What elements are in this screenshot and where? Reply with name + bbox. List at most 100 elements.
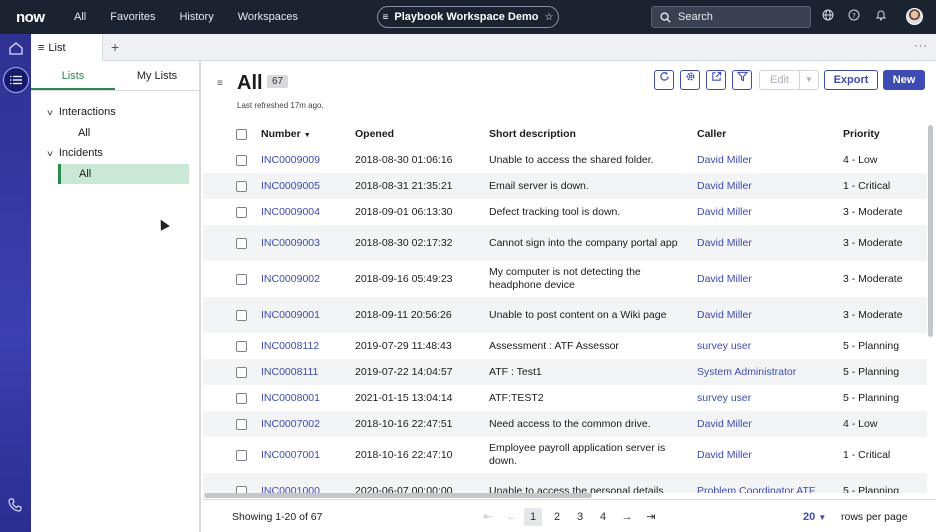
row-checkbox[interactable]	[203, 273, 261, 285]
vertical-scrollbar[interactable]	[928, 125, 933, 337]
edit-button[interactable]: Edit ▼	[759, 70, 819, 90]
tab-my-lists[interactable]: My Lists	[115, 61, 199, 90]
caller-link[interactable]: survey user	[697, 340, 843, 352]
more-icon[interactable]: ···	[914, 40, 928, 52]
row-checkbox[interactable]	[203, 449, 261, 461]
star-icon[interactable]: ☆	[544, 12, 553, 23]
incident-number-link[interactable]: INC0009004	[261, 206, 355, 218]
globe-icon[interactable]	[820, 9, 836, 25]
col-opened[interactable]: Opened	[355, 128, 489, 140]
home-icon[interactable]	[8, 42, 24, 56]
new-button[interactable]: New	[883, 70, 925, 90]
incident-number-link[interactable]: INC0009003	[261, 237, 355, 249]
row-checkbox[interactable]	[203, 309, 261, 321]
last-page-icon[interactable]: ⇥	[642, 508, 660, 526]
user-avatar[interactable]	[906, 8, 923, 25]
incident-number-link[interactable]: INC0008001	[261, 392, 355, 404]
caller-link[interactable]: David Miller	[697, 237, 843, 249]
caller-link[interactable]: System Administrator	[697, 366, 843, 378]
row-checkbox[interactable]	[203, 180, 261, 192]
table-row[interactable]: INC0008001 2021-01-15 13:04:14 ATF:TEST2 su…	[203, 385, 927, 411]
caret-down-icon: ▼	[818, 513, 827, 522]
incident-number-link[interactable]: INC0001000	[261, 485, 355, 493]
row-checkbox[interactable]	[203, 237, 261, 249]
caret-down-icon[interactable]: ▼	[800, 71, 818, 89]
bell-icon[interactable]	[873, 9, 889, 25]
filter-button[interactable]	[732, 70, 752, 90]
priority-cell: 4 - Low	[843, 418, 878, 430]
group-incidents[interactable]: ∨ Incidents	[46, 147, 103, 159]
next-page-icon[interactable]: →	[618, 508, 636, 526]
caller-link[interactable]: survey user	[697, 392, 843, 404]
add-tab-icon[interactable]: +	[111, 39, 119, 55]
tab-lists[interactable]: Lists	[31, 61, 115, 90]
table-row[interactable]: INC0009003 2018-08-30 02:17:32 Cannot sign…	[203, 225, 927, 261]
col-priority[interactable]: Priority	[843, 128, 927, 140]
open-new-window-button[interactable]	[706, 70, 726, 90]
row-checkbox[interactable]	[203, 366, 261, 378]
nav-history[interactable]: History	[179, 11, 213, 23]
caller-link[interactable]: David Miller	[697, 206, 843, 218]
row-checkbox[interactable]	[203, 206, 261, 218]
page-4[interactable]: 4	[594, 508, 612, 526]
caller-link[interactable]: David Miller	[697, 180, 843, 192]
row-checkbox[interactable]	[203, 485, 261, 493]
row-checkbox[interactable]	[203, 418, 261, 430]
help-icon[interactable]: ?	[846, 9, 862, 25]
table-row[interactable]: INC0007002 2018-10-16 22:47:51 Need access…	[203, 411, 927, 437]
incident-number-link[interactable]: INC0009002	[261, 273, 355, 285]
row-checkbox[interactable]	[203, 392, 261, 404]
table-row[interactable]: INC0001000 2020-06-07 00:00:00 Unable to a…	[203, 473, 927, 493]
incident-number-link[interactable]: INC0009001	[261, 309, 355, 321]
first-page-icon[interactable]: ⇤	[479, 508, 497, 526]
settings-button[interactable]	[680, 70, 700, 90]
now-logo[interactable]: now	[16, 9, 56, 26]
incident-number-link[interactable]: INC0009009	[261, 154, 355, 166]
page-2[interactable]: 2	[548, 508, 566, 526]
incident-number-link[interactable]: INC0008112	[261, 340, 355, 352]
select-all-checkbox[interactable]	[203, 128, 261, 140]
search-input[interactable]: Search	[651, 6, 811, 28]
row-checkbox[interactable]	[203, 154, 261, 166]
workspace-pill[interactable]: ≡ Playbook Workspace Demo ☆	[377, 6, 559, 28]
table-row[interactable]: INC0007001 2018-10-16 22:47:10 Employee pa…	[203, 437, 927, 473]
refresh-button[interactable]	[654, 70, 674, 90]
table-row[interactable]: INC0009001 2018-09-11 20:56:26 Unable to p…	[203, 297, 927, 333]
caller-link[interactable]: David Miller	[697, 309, 843, 321]
phone-icon[interactable]	[8, 498, 22, 515]
prev-page-icon[interactable]: ←	[503, 508, 521, 526]
caller-link[interactable]: David Miller	[697, 449, 843, 461]
caller-link[interactable]: David Miller	[697, 273, 843, 285]
table-row[interactable]: INC0009004 2018-09-01 06:13:30 Defect trac…	[203, 199, 927, 225]
group-interactions[interactable]: ∨ Interactions	[46, 106, 116, 118]
table-row[interactable]: INC0009009 2018-08-30 01:06:16 Unable to a…	[203, 147, 927, 173]
tab-list[interactable]: ≡ List	[31, 34, 103, 61]
horizontal-scrollbar[interactable]	[204, 493, 592, 498]
table-row[interactable]: INC0008111 2019-07-22 14:04:57 ATF : Test1…	[203, 359, 927, 385]
nav-favorites[interactable]: Favorites	[110, 11, 155, 23]
export-button[interactable]: Export	[824, 70, 878, 90]
incident-number-link[interactable]: INC0007002	[261, 418, 355, 430]
caller-link[interactable]: David Miller	[697, 154, 843, 166]
page-3[interactable]: 3	[571, 508, 589, 526]
list-item-incidents-all[interactable]: All	[58, 164, 189, 184]
col-caller[interactable]: Caller	[697, 128, 843, 140]
row-checkbox[interactable]	[203, 340, 261, 352]
rows-per-page-select[interactable]: 20 ▼	[803, 511, 826, 523]
incident-number-link[interactable]: INC0007001	[261, 449, 355, 461]
incident-number-link[interactable]: INC0008111	[261, 366, 355, 378]
page-1[interactable]: 1	[524, 508, 542, 526]
caller-link[interactable]: David Miller	[697, 418, 843, 430]
list-item-interactions-all[interactable]: All	[58, 123, 189, 143]
incident-number-link[interactable]: INC0009005	[261, 180, 355, 192]
col-number[interactable]: Number ▼	[261, 128, 355, 140]
col-short-description[interactable]: Short description	[489, 128, 697, 141]
list-icon[interactable]	[3, 67, 29, 93]
collapse-panel-icon[interactable]: ≡	[217, 78, 223, 89]
table-row[interactable]: INC0009002 2018-09-16 05:49:23 My computer…	[203, 261, 927, 297]
nav-workspaces[interactable]: Workspaces	[238, 11, 298, 23]
table-row[interactable]: INC0008112 2019-07-29 11:48:43 Assessment …	[203, 333, 927, 359]
nav-all[interactable]: All	[74, 11, 86, 23]
caller-link[interactable]: Problem Coordinator ATF	[697, 485, 843, 493]
table-row[interactable]: INC0009005 2018-08-31 21:35:21 Email serve…	[203, 173, 927, 199]
